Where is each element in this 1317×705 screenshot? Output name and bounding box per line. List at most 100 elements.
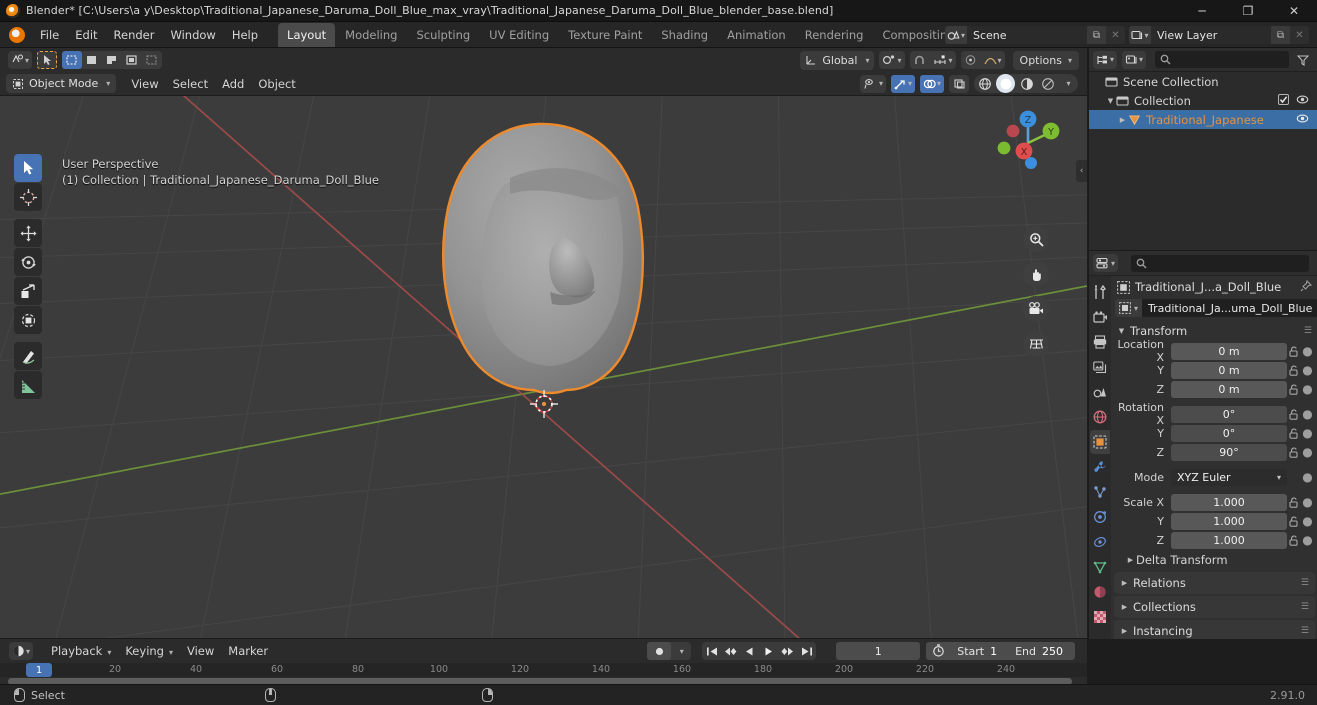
transform-tool[interactable] [14,306,42,334]
orthographic-grid-icon[interactable] [1023,331,1049,357]
output-tab[interactable] [1090,330,1110,354]
constraints-tab[interactable] [1090,530,1110,554]
shading-wireframe-icon[interactable] [975,74,994,93]
minimize-button[interactable]: ─ [1179,0,1225,22]
play-reverse-icon[interactable] [740,642,759,660]
select-subtract-icon[interactable] [102,51,122,69]
object-id-block[interactable]: ▾ [1115,299,1143,317]
shading-material-preview-icon[interactable] [1017,74,1036,93]
timeline-editor-icon[interactable]: ▾ [9,642,33,660]
magnet-icon[interactable] [910,51,930,69]
location-z-row[interactable]: Z 0 m ● [1111,380,1314,398]
lock-icon[interactable] [1287,515,1301,527]
tab-shading[interactable]: Shading [652,23,717,47]
cursor-arrow-icon[interactable] [37,51,58,69]
filter-funnel-icon[interactable] [1293,51,1313,69]
end-frame-value[interactable]: 250 [1042,645,1075,658]
frame-range-group[interactable]: Start 1 End 250 [926,642,1075,660]
gizmo-icon[interactable]: ▾ [890,74,915,93]
lock-icon[interactable] [1287,446,1301,458]
camera-icon[interactable] [1023,296,1049,322]
menu-render[interactable]: Render [106,25,163,45]
properties-editor[interactable]: ▾ Traditional_J...a_Doll_Blue ▾ Traditio… [1088,250,1317,639]
object-name-row[interactable]: ▾ Traditional_Ja...uma_Doll_Blue [1111,298,1317,321]
lock-icon[interactable] [1287,534,1301,546]
proportional-editing-group[interactable]: ▾ [960,51,1005,69]
viewport-canvas[interactable]: User Perspective (1) Collection | Tradit… [0,96,1087,638]
rotation-mode-value[interactable]: XYZ Euler ▾ [1171,468,1287,486]
select-extend-icon[interactable] [82,51,102,69]
menu-file[interactable]: File [32,25,67,45]
shading-rendered-icon[interactable] [1038,74,1057,93]
snap-to-icon[interactable]: ▾ [930,51,956,69]
collections-panel[interactable]: ▶ Collections ☰ [1114,596,1315,618]
lock-icon[interactable] [1287,408,1301,420]
pivot-point-icon[interactable]: ▾ [879,51,904,69]
scale-x-value[interactable]: 1.000 [1171,493,1287,511]
particles-tab[interactable] [1090,480,1110,504]
move-tool[interactable] [14,219,42,247]
properties-search-input[interactable] [1131,254,1309,272]
viewport-menu-object[interactable]: Object [251,75,302,93]
outliner-row-object[interactable]: ▶ Traditional_Japanese [1089,110,1317,129]
rotation-y-value[interactable]: 0° [1171,424,1287,442]
menu-window[interactable]: Window [162,25,223,45]
measure-tool[interactable] [14,371,42,399]
select-invert-icon[interactable] [122,51,142,69]
select-intersect-icon[interactable] [142,51,162,69]
animate-dot-icon[interactable]: ● [1301,533,1314,547]
blender-menu-icon[interactable] [9,26,25,43]
properties-editor-type-selector[interactable]: ▾ [1093,254,1119,272]
location-z-value[interactable]: 0 m [1171,380,1287,398]
tweak-select-box-tool[interactable] [14,154,42,182]
visibility-eye-icon[interactable] [1296,94,1309,108]
falloff-curve-icon[interactable]: ▾ [981,51,1005,69]
animate-dot-icon[interactable]: ● [1301,514,1314,528]
expander-object[interactable]: ▶ [1117,116,1128,124]
select-mode-group[interactable] [62,51,163,69]
new-scene-button[interactable]: ⧉ [1087,26,1106,44]
expander-collection[interactable]: ▼ [1105,97,1116,105]
scale-z-row[interactable]: Z 1.000 ● [1111,531,1314,549]
lock-icon[interactable] [1287,364,1301,376]
overlays-toggle-group[interactable]: ▾ [919,74,944,93]
object-tab[interactable] [1090,430,1110,454]
scale-z-value[interactable]: 1.000 [1171,531,1287,549]
3d-viewport[interactable]: ▾ Global ▾ ▾ ▾ ▾ Options ▾ Object Mode ▾… [0,48,1087,638]
tool-tab[interactable] [1090,280,1110,304]
view-layer-name-field[interactable]: View Layer [1151,26,1271,44]
animate-dot-icon[interactable]: ● [1301,426,1314,440]
navigation-gizmo[interactable]: Z Y X [991,106,1065,180]
viewport-menu-add[interactable]: Add [215,75,251,93]
animate-dot-icon[interactable]: ● [1301,344,1314,358]
daruma-doll-object[interactable] [410,116,690,416]
tab-sculpting[interactable]: Sculpting [407,23,479,47]
object-name-field[interactable]: Traditional_Ja...uma_Doll_Blue [1142,299,1317,317]
next-keyframe-icon[interactable] [778,642,797,660]
physics-tab[interactable] [1090,505,1110,529]
scale-tool[interactable] [14,277,42,305]
location-x-row[interactable]: Location X 0 m ● [1111,338,1314,364]
object-mode-selector[interactable]: Object Mode ▾ [6,74,117,93]
outliner-row-collection[interactable]: ▼ Collection [1089,91,1317,110]
select-set-icon[interactable] [62,51,83,69]
viewport-shading-group[interactable]: ▾ [974,74,1078,93]
tweak-tool-indicator[interactable] [37,51,58,69]
texture-tab[interactable] [1090,605,1110,629]
shading-solid-icon[interactable] [996,74,1015,93]
transform-orientation-selector[interactable]: Global ▾ [800,50,875,70]
scale-y-row[interactable]: Y 1.000 ● [1111,512,1314,530]
modifier-tab[interactable] [1090,455,1110,479]
timeline-menu-marker[interactable]: Marker [221,642,275,660]
rotation-z-value[interactable]: 90° [1171,443,1287,461]
rotation-x-value[interactable]: 0° [1171,405,1287,423]
pan-hand-icon[interactable] [1023,261,1049,287]
pin-icon[interactable] [1300,279,1313,295]
outliner-row-scene-collection[interactable]: Scene Collection [1089,72,1317,91]
lock-icon[interactable] [1287,496,1301,508]
animate-dot-icon[interactable]: ● [1301,363,1314,377]
annotate-tool[interactable] [14,342,42,370]
close-button[interactable]: ✕ [1271,0,1317,22]
properties-editor-icon[interactable]: ▾ [1093,254,1118,272]
viewport-menu-view[interactable]: View [124,75,165,93]
